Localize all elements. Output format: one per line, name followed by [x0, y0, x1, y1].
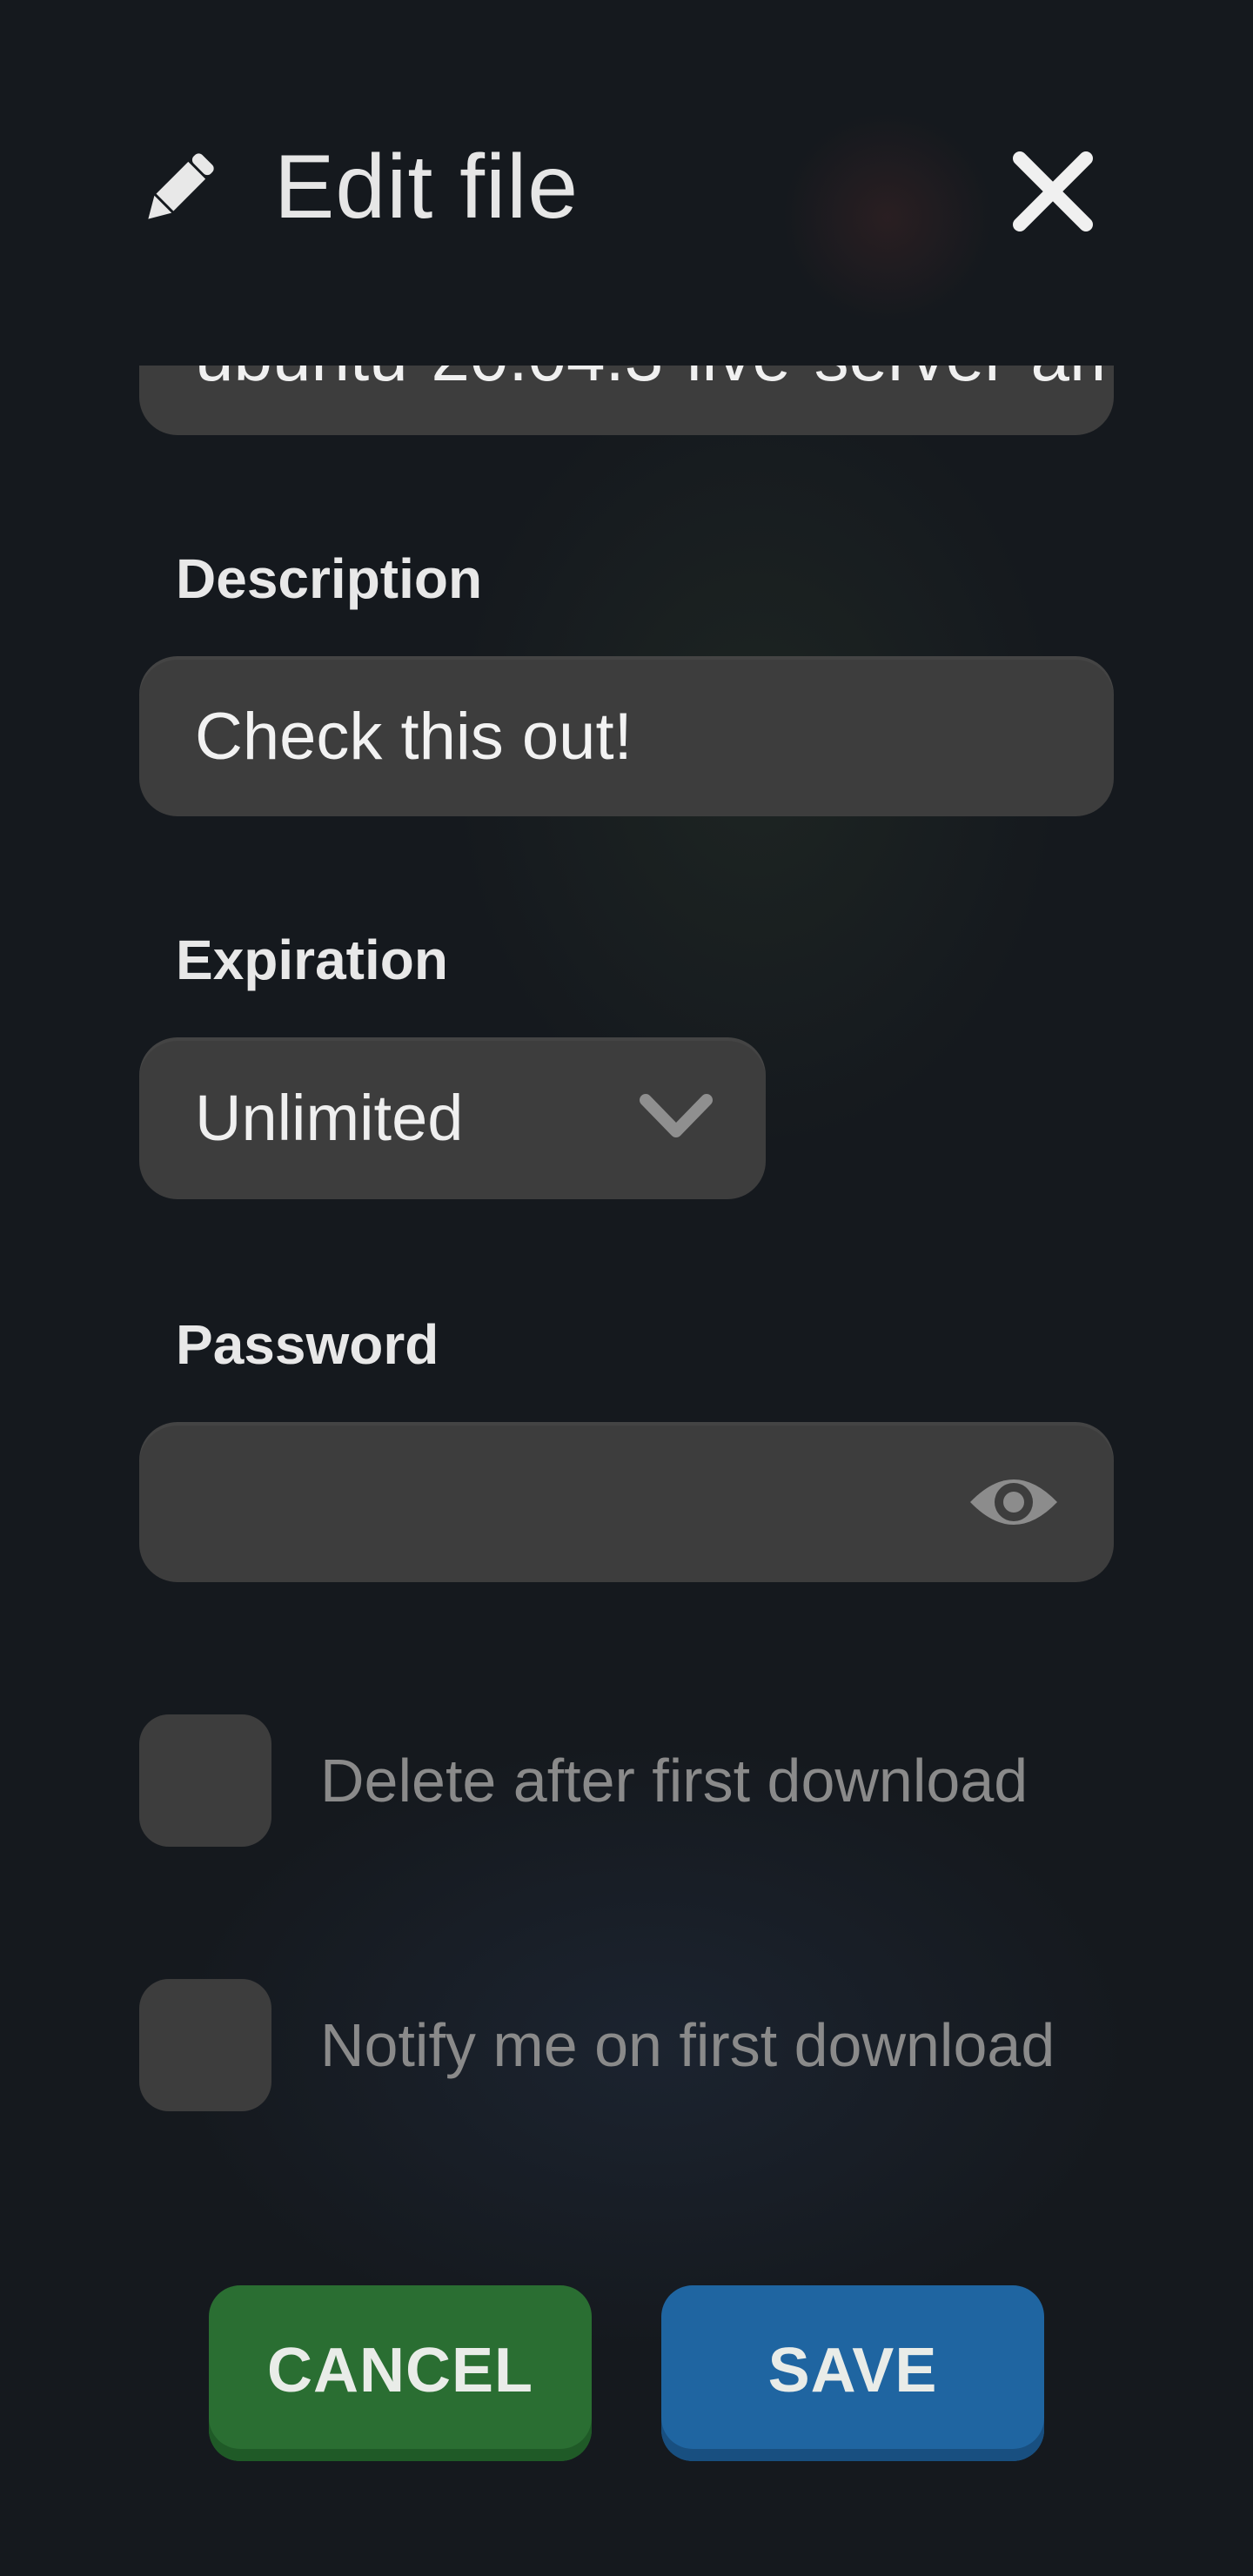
delete-after-download-label: Delete after first download: [320, 1747, 1029, 1815]
password-label: Password: [176, 1313, 439, 1376]
description-input[interactable]: [195, 656, 995, 816]
password-field[interactable]: [139, 1422, 1114, 1582]
expiration-select[interactable]: Unlimited: [139, 1037, 766, 1199]
description-field[interactable]: [139, 656, 1114, 816]
notify-first-download-label: Notify me on first download: [320, 2011, 1055, 2079]
expiration-label: Expiration: [176, 929, 448, 991]
dialog-title: Edit file: [274, 137, 580, 238]
filename-input[interactable]: ubuntu-20.04.3-live-server-amd64.iso: [139, 366, 1114, 435]
delete-after-download-row: Delete after first download: [139, 1714, 1183, 1847]
pencil-icon: [148, 153, 214, 219]
notify-first-download-row: Notify me on first download: [139, 1979, 1183, 2111]
expiration-value: Unlimited: [195, 1082, 464, 1154]
delete-after-download-checkbox[interactable]: [139, 1714, 271, 1847]
close-icon[interactable]: [1001, 139, 1105, 244]
save-button[interactable]: SAVE: [661, 2285, 1044, 2461]
notify-first-download-checkbox[interactable]: [139, 1979, 271, 2111]
password-input[interactable]: [195, 1422, 995, 1582]
cancel-button[interactable]: CANCEL: [209, 2285, 592, 2461]
chevron-down-icon: [640, 1094, 713, 1137]
description-label: Description: [176, 547, 483, 610]
eye-icon[interactable]: [966, 1467, 1062, 1537]
edit-file-dialog: Edit file ubuntu-20.04.3-live-server-amd…: [0, 0, 1253, 2576]
dialog-header: Edit file: [139, 131, 1114, 244]
filename-field-container: ubuntu-20.04.3-live-server-amd64.iso: [139, 366, 1114, 435]
